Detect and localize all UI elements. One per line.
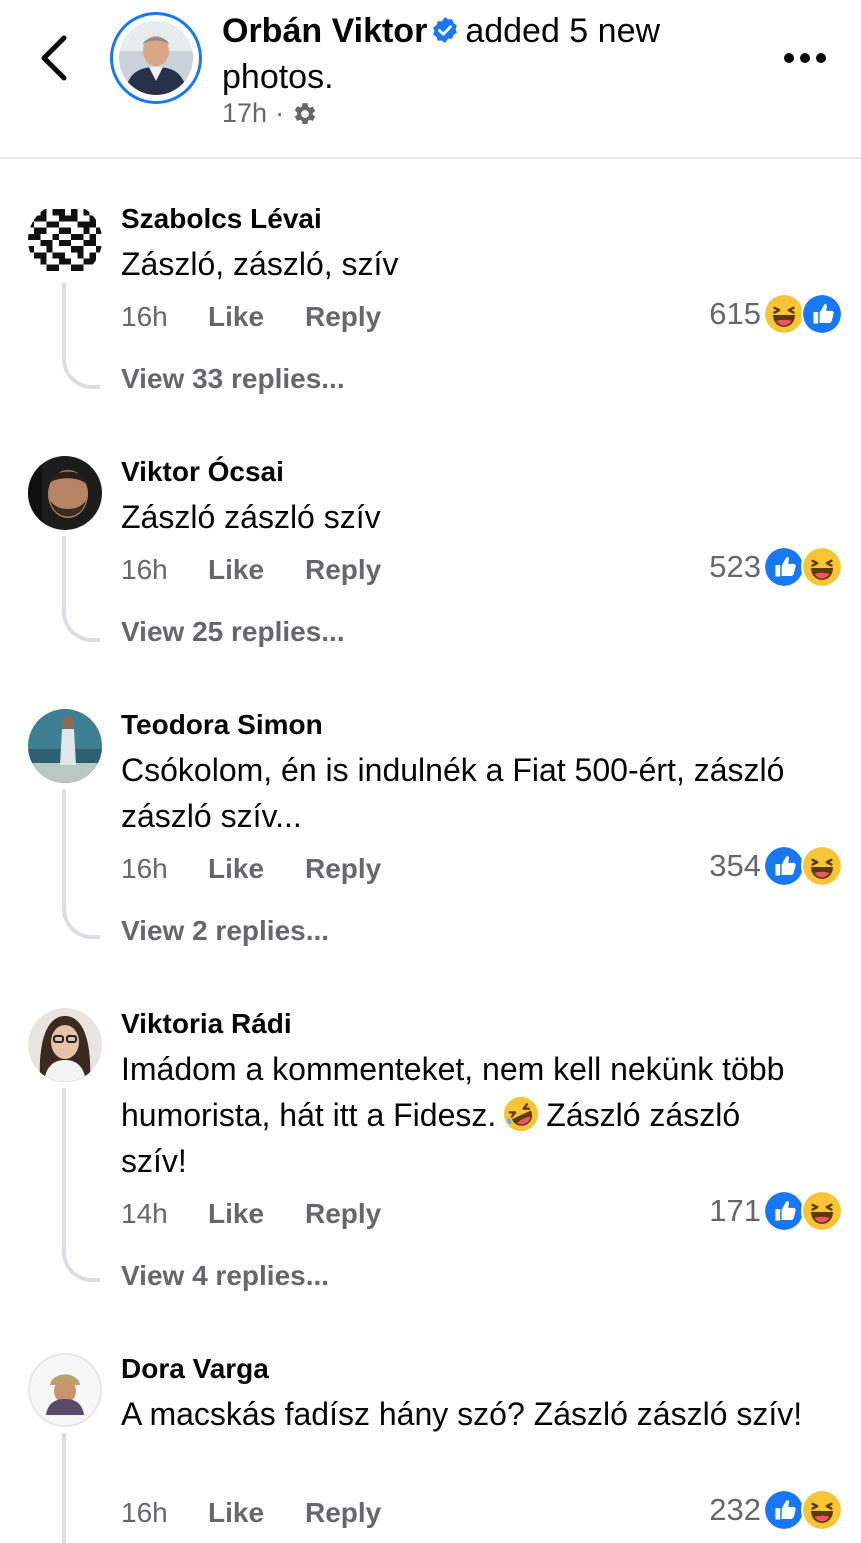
commenter-name[interactable]: Viktor Ócsai: [121, 454, 284, 490]
comment-text: Imádom a kommenteket, nem kell nekünk tö…: [121, 1046, 811, 1184]
thread-line: [62, 1088, 100, 1282]
audience-gear-icon[interactable]: [292, 101, 318, 127]
like-reaction-icon: [763, 845, 805, 887]
reaction-count: 523: [709, 549, 761, 584]
comment-text: Zászló, zászló, szív: [121, 246, 399, 282]
meta-separator: ·: [275, 98, 285, 128]
comment-actions: 14h Like Reply: [121, 1198, 381, 1230]
thread-line: [62, 789, 100, 939]
reaction-summary[interactable]: 523: [709, 546, 843, 588]
avatar[interactable]: [28, 456, 102, 530]
haha-reaction-icon: [801, 1489, 843, 1531]
like-reaction-icon: [763, 1489, 805, 1531]
comment-actions: 16h Like Reply: [121, 554, 381, 586]
comment-time[interactable]: 16h: [121, 554, 208, 586]
avatar[interactable]: [28, 203, 102, 277]
like-button[interactable]: Like: [208, 853, 305, 885]
reaction-count: 354: [709, 848, 761, 883]
like-button[interactable]: Like: [208, 1497, 305, 1529]
haha-reaction-icon: [801, 546, 843, 588]
view-replies-link[interactable]: View 33 replies...: [121, 363, 345, 395]
comment-time[interactable]: 16h: [121, 301, 208, 333]
comment-text: Zászló zászló szív: [121, 499, 381, 535]
thread-line: [62, 1433, 100, 1543]
comment-actions: 16h Like Reply: [121, 301, 381, 333]
view-replies-link[interactable]: View 25 replies...: [121, 616, 345, 648]
comment-time[interactable]: 14h: [121, 1198, 208, 1230]
post-meta: 17h ·: [222, 98, 318, 129]
avatar[interactable]: [28, 1353, 102, 1427]
comment-text: Csókolom, én is indulnék a Fiat 500-ért,…: [121, 752, 785, 834]
comment-actions: 16h Like Reply: [121, 1497, 381, 1529]
author-avatar[interactable]: [110, 12, 202, 104]
avatar[interactable]: [28, 709, 102, 783]
like-button[interactable]: Like: [208, 301, 305, 333]
author-name[interactable]: Orbán Viktor: [222, 12, 427, 50]
reply-button[interactable]: Reply: [305, 853, 381, 885]
post-header: Orbán Viktor added 5 new photos. 17h ·: [0, 0, 861, 159]
like-reaction-icon: [801, 293, 843, 335]
like-reaction-icon: [763, 546, 805, 588]
reaction-summary[interactable]: 354: [709, 845, 843, 887]
comment-text: A macskás fadísz hány szó? Zászló zászló…: [121, 1396, 803, 1432]
haha-reaction-icon: [801, 845, 843, 887]
reaction-summary[interactable]: 171: [709, 1190, 843, 1232]
view-replies-link[interactable]: View 2 replies...: [121, 915, 329, 947]
comment-actions: 16h Like Reply: [121, 853, 381, 885]
commenter-name[interactable]: Viktoria Rádi: [121, 1006, 292, 1042]
like-reaction-icon: [763, 1190, 805, 1232]
reaction-count: 615: [709, 296, 761, 331]
back-chevron-icon[interactable]: [28, 30, 80, 86]
reaction-count: 232: [709, 1492, 761, 1527]
verified-badge-icon: [433, 17, 458, 44]
reply-button[interactable]: Reply: [305, 301, 381, 333]
thread-line: [62, 536, 100, 642]
haha-reaction-icon: [763, 293, 805, 335]
reply-button[interactable]: Reply: [305, 554, 381, 586]
view-replies-link[interactable]: View 4 replies...: [121, 1260, 329, 1292]
commenter-name[interactable]: Szabolcs Lévai: [121, 201, 322, 237]
commenter-name[interactable]: Dora Varga: [121, 1351, 269, 1387]
reply-button[interactable]: Reply: [305, 1497, 381, 1529]
post-time[interactable]: 17h: [222, 98, 267, 129]
reply-button[interactable]: Reply: [305, 1198, 381, 1230]
reaction-summary[interactable]: 232: [709, 1489, 843, 1531]
like-button[interactable]: Like: [208, 554, 305, 586]
comment-time[interactable]: 16h: [121, 1497, 208, 1529]
more-dots-icon[interactable]: [781, 38, 829, 78]
comment-time[interactable]: 16h: [121, 853, 208, 885]
thread-line: [62, 283, 100, 389]
commenter-name[interactable]: Teodora Simon: [121, 707, 323, 743]
rolling-laughing-emoji-icon: [504, 1096, 539, 1132]
like-button[interactable]: Like: [208, 1198, 305, 1230]
reaction-summary[interactable]: 615: [709, 293, 843, 335]
avatar[interactable]: [28, 1008, 102, 1082]
author-avatar-photo: [119, 21, 193, 95]
post-title: Orbán Viktor added 5 new photos.: [222, 8, 742, 100]
haha-reaction-icon: [801, 1190, 843, 1232]
reaction-count: 171: [709, 1193, 761, 1228]
